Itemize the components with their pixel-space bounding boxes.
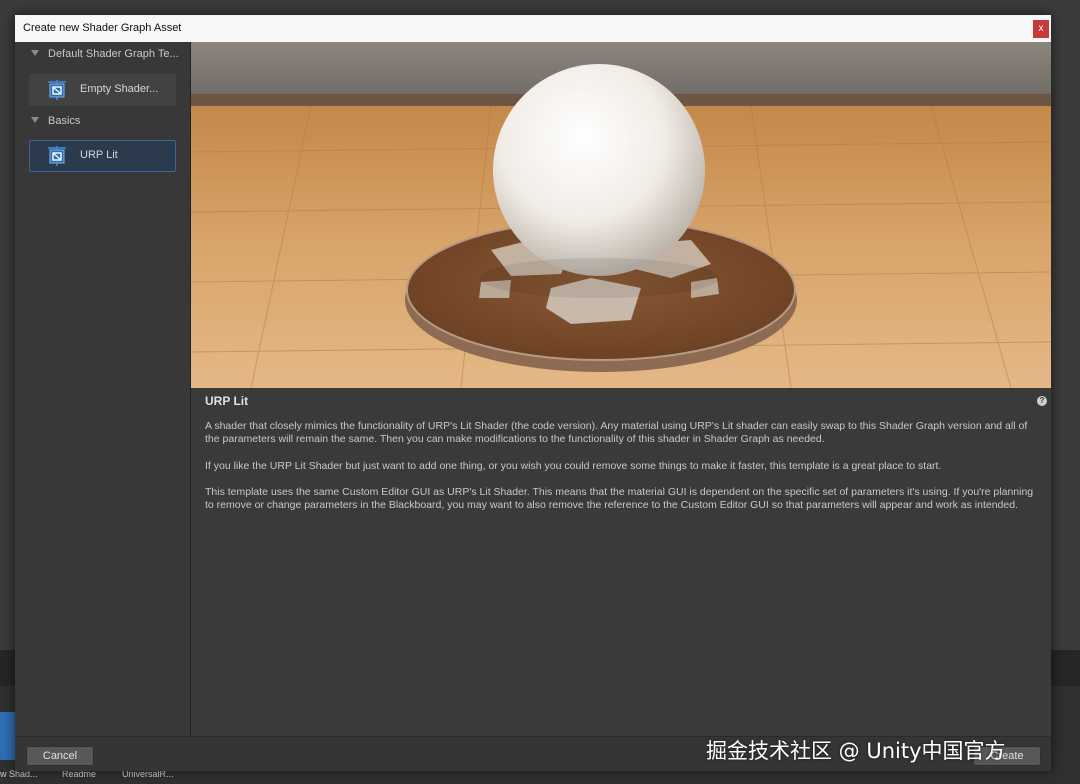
cancel-button[interactable]: Cancel: [26, 746, 94, 766]
title-bar: Create new Shader Graph Asset x: [15, 15, 1051, 43]
shader-graph-icon: [48, 80, 66, 100]
chevron-down-icon[interactable]: [31, 50, 39, 56]
dialog-title: Create new Shader Graph Asset: [23, 22, 182, 34]
template-label: Empty Shader...: [80, 83, 159, 95]
group-label: Basics: [48, 115, 81, 127]
template-group-basics[interactable]: Basics: [15, 113, 190, 133]
template-group-default[interactable]: Default Shader Graph Te...: [15, 46, 190, 66]
sphere-preview-illustration: [191, 42, 1051, 388]
template-label: URP Lit: [80, 149, 118, 161]
help-icon[interactable]: ?: [1037, 396, 1047, 406]
template-description: URP Lit ? A shader that closely mimics t…: [191, 388, 1051, 736]
template-preview-image: [191, 42, 1051, 388]
template-title: URP Lit: [205, 394, 249, 408]
chevron-down-icon[interactable]: [31, 117, 39, 123]
group-label: Default Shader Graph Te...: [48, 48, 179, 60]
close-button[interactable]: x: [1033, 20, 1049, 38]
description-paragraph: If you like the URP Lit Shader but just …: [205, 460, 942, 472]
template-item-empty-shader[interactable]: Empty Shader...: [29, 74, 176, 106]
description-paragraph: This template uses the same Custom Edito…: [205, 486, 1034, 511]
watermark-text: 掘金技术社区 @ Unity中国官方: [706, 739, 1006, 763]
create-shader-graph-dialog: Create new Shader Graph Asset x Default …: [15, 15, 1051, 771]
shader-graph-icon: [48, 146, 66, 166]
description-paragraph: A shader that closely mimics the functio…: [205, 420, 1028, 445]
template-item-urp-lit[interactable]: URP Lit: [29, 140, 176, 172]
template-sidebar: Default Shader Graph Te... Empty Shader.…: [15, 42, 191, 736]
